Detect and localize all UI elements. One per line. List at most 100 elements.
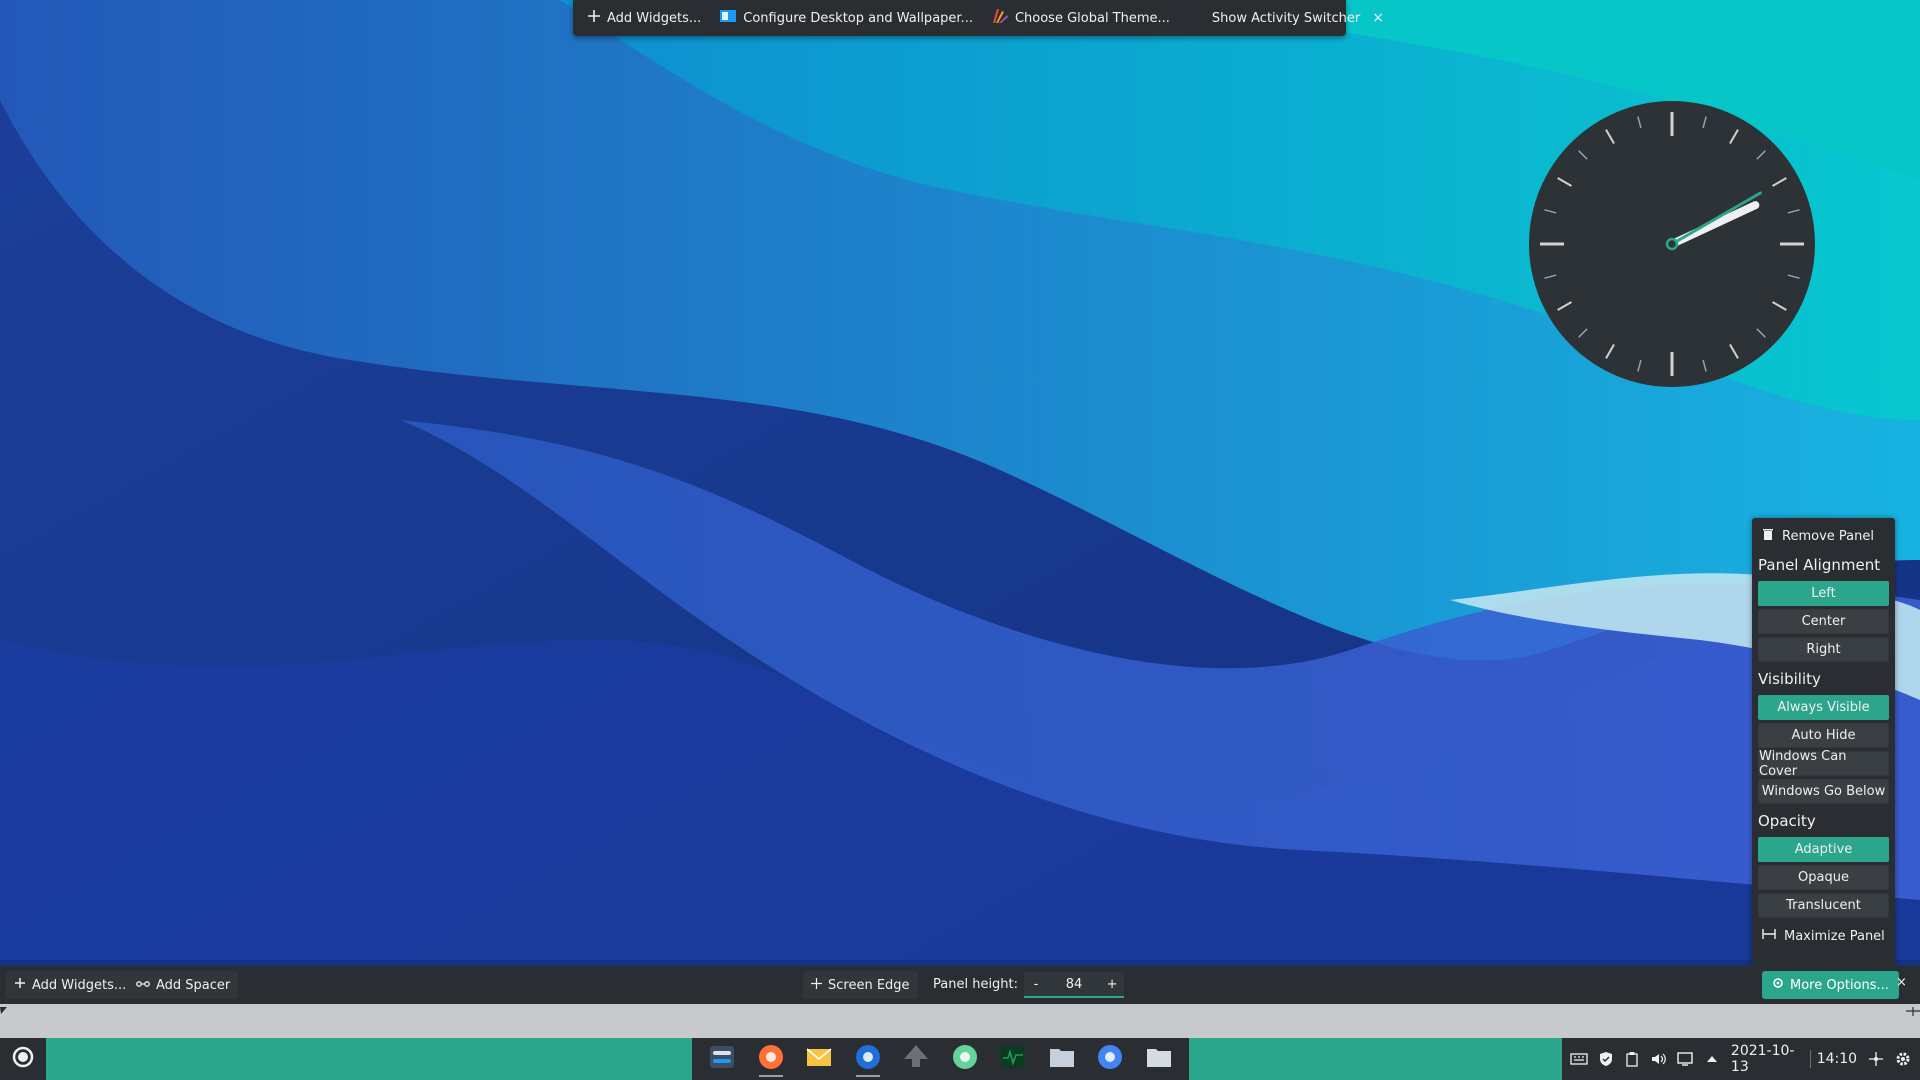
date-time-separator bbox=[1809, 1050, 1811, 1068]
firefox-icon bbox=[757, 1043, 785, 1075]
alignment-options: Left Center Right bbox=[1758, 581, 1889, 662]
visibility-options: Always Visible Auto Hide Windows Can Cover… bbox=[1758, 695, 1889, 804]
spacer-icon bbox=[136, 978, 150, 993]
task-manager bbox=[692, 1038, 1189, 1080]
task-inkscape[interactable] bbox=[896, 1041, 936, 1077]
alignment-center-button[interactable]: Center bbox=[1758, 609, 1889, 634]
add-spacer-label: Add Spacer bbox=[156, 977, 231, 993]
visibility-windows-can-cover-button[interactable]: Windows Can Cover bbox=[1758, 749, 1889, 779]
add-spacer-button[interactable]: Add Spacer bbox=[128, 971, 239, 999]
ruler-left-handle[interactable] bbox=[0, 1007, 7, 1014]
panel-height-label: Panel height: bbox=[933, 977, 1019, 992]
panel-add-widgets-label: Add Widgets... bbox=[32, 977, 127, 993]
panel-height-spinbox[interactable]: - 84 + bbox=[1024, 972, 1125, 998]
visibility-auto-hide-button[interactable]: Auto Hide bbox=[1758, 723, 1889, 748]
opacity-heading: Opacity bbox=[1758, 812, 1816, 830]
application-launcher-button[interactable] bbox=[0, 1038, 46, 1080]
remove-panel-button[interactable]: Remove Panel bbox=[1758, 524, 1889, 548]
visibility-always-visible-button[interactable]: Always Visible bbox=[1758, 695, 1889, 720]
close-icon: × bbox=[1372, 10, 1384, 26]
visibility-heading: Visibility bbox=[1758, 670, 1821, 688]
panel-add-widgets-button[interactable]: Add Widgets... bbox=[6, 971, 135, 999]
digital-clock[interactable]: 2021-10-13 14:10 bbox=[1727, 1043, 1861, 1075]
more-options-label: More Options... bbox=[1790, 977, 1889, 993]
opacity-adaptive-button[interactable]: Adaptive bbox=[1758, 837, 1889, 862]
atom-icon bbox=[951, 1043, 979, 1075]
panel-height-value[interactable]: 84 bbox=[1048, 977, 1100, 992]
mail-icon bbox=[805, 1043, 833, 1075]
clipboard-icon[interactable] bbox=[1621, 1045, 1643, 1073]
desktop-toolbar: Add Widgets... Configure Desktop and Wal… bbox=[573, 0, 1384, 36]
panel-edit-toolbar: Add Widgets... Add Spacer Screen Edge Pa… bbox=[0, 966, 1920, 1004]
plus-icon bbox=[14, 977, 26, 993]
alignment-right-button[interactable]: Right bbox=[1758, 637, 1889, 662]
file-manager-icon bbox=[1048, 1043, 1076, 1075]
opacity-options: Adaptive Opaque Translucent bbox=[1758, 837, 1889, 918]
remove-panel-label: Remove Panel bbox=[1782, 528, 1874, 544]
system-monitor-icon bbox=[999, 1043, 1027, 1075]
folder-icon bbox=[1145, 1043, 1173, 1075]
analog-clock-widget[interactable] bbox=[1528, 100, 1816, 388]
chrome-icon bbox=[1096, 1043, 1124, 1075]
maximize-panel-label: Maximize Panel bbox=[1784, 928, 1885, 944]
task-system-settings[interactable] bbox=[702, 1041, 742, 1077]
display-icon[interactable] bbox=[1674, 1045, 1696, 1073]
task-file-manager[interactable] bbox=[1042, 1041, 1082, 1077]
task-folder[interactable] bbox=[1139, 1041, 1179, 1077]
ruler-right-handle[interactable] bbox=[1906, 1007, 1920, 1016]
panel-settings-gear-icon[interactable] bbox=[1892, 1045, 1914, 1073]
launcher-icon bbox=[12, 1046, 34, 1072]
configure-desktop-button[interactable]: Configure Desktop and Wallpaper... bbox=[713, 4, 979, 32]
decrease-height-button[interactable]: - bbox=[1024, 977, 1048, 992]
task-chrome[interactable] bbox=[1090, 1041, 1130, 1077]
activity-switcher-label: Show Activity Switcher bbox=[1211, 10, 1361, 26]
clock-center bbox=[1665, 237, 1679, 251]
move-icon bbox=[811, 977, 822, 993]
taskbar-panel: 2021-10-13 14:10 bbox=[0, 1038, 1920, 1080]
shield-icon[interactable] bbox=[1594, 1045, 1616, 1073]
date-label: 2021-10-13 bbox=[1730, 1043, 1795, 1075]
panel-height-control: Panel height: - 84 + bbox=[933, 972, 1125, 998]
plus-icon bbox=[587, 9, 601, 27]
maximize-panel-button[interactable]: Maximize Panel bbox=[1758, 924, 1889, 948]
panel-options-menu: Remove Panel Panel Alignment Left Center R… bbox=[1752, 518, 1895, 966]
opacity-opaque-button[interactable]: Opaque bbox=[1758, 865, 1889, 890]
choose-theme-label: Choose Global Theme... bbox=[1014, 10, 1170, 26]
system-tray: 2021-10-13 14:10 bbox=[1562, 1038, 1920, 1080]
alignment-left-button[interactable]: Left bbox=[1758, 581, 1889, 606]
choose-global-theme-button[interactable]: Choose Global Theme... bbox=[985, 4, 1176, 32]
add-widgets-label: Add Widgets... bbox=[607, 10, 702, 26]
panel-alignment-heading: Panel Alignment bbox=[1758, 556, 1881, 574]
add-widgets-button[interactable]: Add Widgets... bbox=[581, 4, 707, 32]
time-label: 14:10 bbox=[1816, 1051, 1858, 1067]
close-icon: × bbox=[1896, 975, 1907, 990]
panel-move-icon[interactable] bbox=[1865, 1045, 1887, 1073]
system-settings-icon bbox=[708, 1043, 736, 1075]
volume-icon[interactable] bbox=[1647, 1045, 1669, 1073]
opacity-translucent-button[interactable]: Translucent bbox=[1758, 893, 1889, 918]
screen-edge-label: Screen Edge bbox=[828, 977, 910, 993]
theme-icon bbox=[991, 7, 1009, 29]
screen-edge-button[interactable]: Screen Edge bbox=[803, 971, 918, 999]
maximize-width-icon bbox=[1762, 928, 1776, 944]
task-firefox[interactable] bbox=[751, 1041, 791, 1077]
close-toolbar-button[interactable]: × bbox=[1372, 6, 1384, 30]
task-mail[interactable] bbox=[799, 1041, 839, 1077]
visibility-windows-go-below-button[interactable]: Windows Go Below bbox=[1758, 779, 1889, 804]
task-browser-blue[interactable] bbox=[848, 1041, 888, 1077]
gear-icon bbox=[1772, 977, 1784, 993]
close-edit-mode-button[interactable]: × bbox=[1896, 975, 1907, 990]
more-options-button[interactable]: More Options... bbox=[1762, 971, 1899, 999]
browser-blue-icon bbox=[854, 1043, 882, 1075]
panel-ruler[interactable] bbox=[0, 1004, 1920, 1038]
task-atom[interactable] bbox=[945, 1041, 985, 1077]
keyboard-icon[interactable] bbox=[1568, 1045, 1590, 1073]
trash-icon bbox=[1762, 528, 1774, 545]
show-activity-switcher-button[interactable]: Show Activity Switcher bbox=[1206, 4, 1366, 32]
inkscape-icon bbox=[902, 1043, 930, 1075]
configure-desktop-label: Configure Desktop and Wallpaper... bbox=[743, 10, 973, 26]
desktop-settings-icon bbox=[719, 7, 737, 29]
increase-height-button[interactable]: + bbox=[1100, 977, 1124, 992]
task-system-monitor[interactable] bbox=[993, 1041, 1033, 1077]
chevron-up-icon[interactable] bbox=[1700, 1045, 1722, 1073]
